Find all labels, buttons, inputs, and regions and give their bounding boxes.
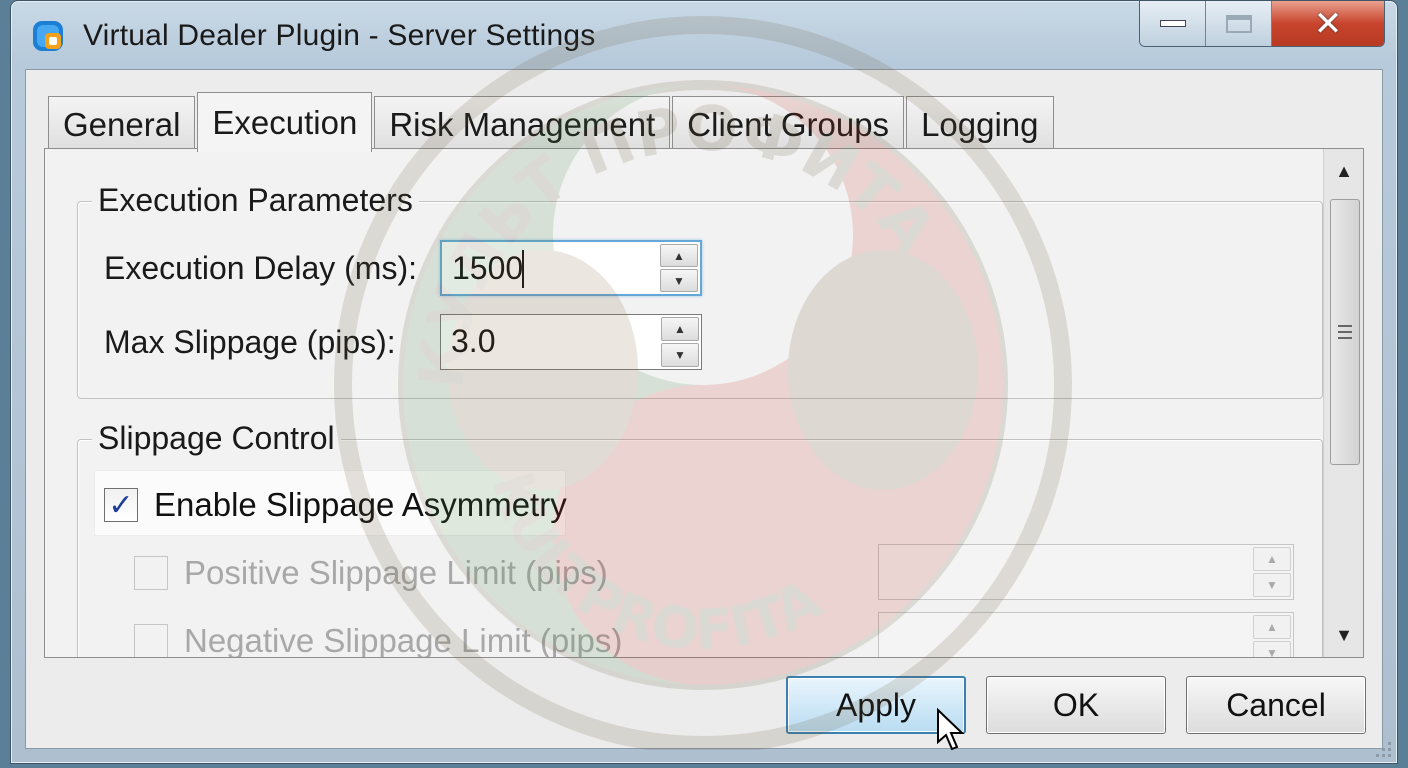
positive-slippage-limit-checkbox[interactable]: Positive Slippage Limit (pips): [134, 554, 608, 592]
close-button[interactable]: ✕: [1272, 1, 1384, 46]
positive-slippage-down-button[interactable]: ▼: [1253, 573, 1291, 597]
arrow-down-icon: ▼: [1335, 624, 1353, 645]
arrow-up-icon: ▲: [1335, 160, 1353, 181]
max-slippage-value[interactable]: 3.0: [451, 323, 495, 360]
tab-client-groups[interactable]: Client Groups: [672, 96, 905, 152]
tab-execution[interactable]: Execution: [197, 92, 373, 152]
maximize-button[interactable]: [1206, 1, 1272, 46]
tab-general[interactable]: General: [48, 96, 196, 152]
enable-slippage-asymmetry-label: Enable Slippage Asymmetry: [154, 486, 567, 523]
execution-tab-panel: Execution Parameters Execution Delay (ms…: [44, 148, 1364, 658]
ok-button[interactable]: OK: [986, 676, 1166, 734]
arrow-up-icon: ▲: [673, 248, 685, 263]
grip-icon: [1338, 325, 1352, 339]
arrow-up-icon: ▲: [674, 322, 686, 336]
app-icon: [33, 21, 63, 51]
enable-slippage-asymmetry-checkbox[interactable]: ✓ Enable Slippage Asymmetry: [104, 486, 567, 524]
arrow-up-icon: ▲: [1266, 620, 1278, 634]
resize-grip-icon[interactable]: [1371, 737, 1393, 759]
positive-slippage-spinner[interactable]: ▲ ▼: [878, 544, 1294, 600]
scroll-down-button[interactable]: ▼: [1324, 613, 1364, 657]
vertical-scrollbar[interactable]: ▲ ▼: [1323, 149, 1363, 657]
scroll-area: Execution Parameters Execution Delay (ms…: [45, 149, 1323, 657]
title-bar[interactable]: Virtual Dealer Plugin - Server Settings …: [11, 1, 1397, 69]
checkbox-checked[interactable]: ✓: [104, 488, 138, 522]
negative-slippage-limit-label: Negative Slippage Limit (pips): [184, 622, 623, 657]
minimize-icon: [1159, 20, 1186, 27]
negative-slippage-down-button[interactable]: ▼: [1253, 641, 1291, 657]
positive-slippage-up-button[interactable]: ▲: [1253, 547, 1291, 571]
execution-delay-value[interactable]: 1500: [452, 250, 523, 287]
close-icon: ✕: [1313, 3, 1343, 44]
max-slippage-down-button[interactable]: ▼: [661, 343, 699, 367]
checkbox-unchecked[interactable]: [134, 556, 168, 590]
text-caret: [522, 250, 524, 288]
tab-logging[interactable]: Logging: [906, 96, 1054, 152]
slippage-control-group: Slippage Control ✓ Enable Slippage Asymm…: [77, 420, 1323, 657]
arrow-down-icon: ▼: [1266, 646, 1278, 657]
tab-risk-management[interactable]: Risk Management: [374, 96, 671, 152]
execution-delay-up-button[interactable]: ▲: [660, 244, 698, 267]
execution-parameters-group: Execution Parameters Execution Delay (ms…: [77, 182, 1323, 399]
checkmark-icon: ✓: [108, 488, 134, 522]
arrow-down-icon: ▼: [673, 273, 685, 288]
maximize-icon: [1225, 14, 1252, 33]
negative-slippage-spinner[interactable]: ▲ ▼: [878, 612, 1294, 657]
max-slippage-label: Max Slippage (pips):: [104, 324, 396, 360]
negative-slippage-up-button[interactable]: ▲: [1253, 615, 1291, 639]
max-slippage-up-button[interactable]: ▲: [661, 317, 699, 341]
arrow-down-icon: ▼: [674, 348, 686, 362]
execution-delay-label: Execution Delay (ms):: [104, 250, 417, 286]
negative-slippage-limit-checkbox[interactable]: Negative Slippage Limit (pips): [134, 622, 622, 657]
mouse-cursor-icon: [937, 708, 965, 751]
max-slippage-spinner[interactable]: 3.0 ▲ ▼: [440, 314, 702, 370]
client-area: General Execution Risk Management Client…: [25, 69, 1383, 749]
settings-window: Virtual Dealer Plugin - Server Settings …: [10, 0, 1398, 764]
execution-delay-spinner[interactable]: 1500 ▲ ▼: [440, 240, 702, 296]
arrow-up-icon: ▲: [1266, 552, 1278, 566]
cancel-button[interactable]: Cancel: [1186, 676, 1366, 734]
checkbox-unchecked[interactable]: [134, 624, 168, 657]
execution-delay-down-button[interactable]: ▼: [660, 269, 698, 292]
minimize-button[interactable]: [1140, 1, 1206, 46]
execution-parameters-title: Execution Parameters: [92, 182, 419, 219]
scroll-up-button[interactable]: ▲: [1324, 149, 1364, 193]
scroll-thumb[interactable]: [1330, 199, 1360, 465]
positive-slippage-limit-label: Positive Slippage Limit (pips): [184, 554, 608, 591]
arrow-down-icon: ▼: [1266, 578, 1278, 592]
window-title: Virtual Dealer Plugin - Server Settings: [83, 19, 596, 52]
slippage-control-title: Slippage Control: [92, 420, 341, 457]
tab-strip: General Execution Risk Management Client…: [48, 92, 1056, 152]
caption-buttons: ✕: [1139, 1, 1385, 47]
